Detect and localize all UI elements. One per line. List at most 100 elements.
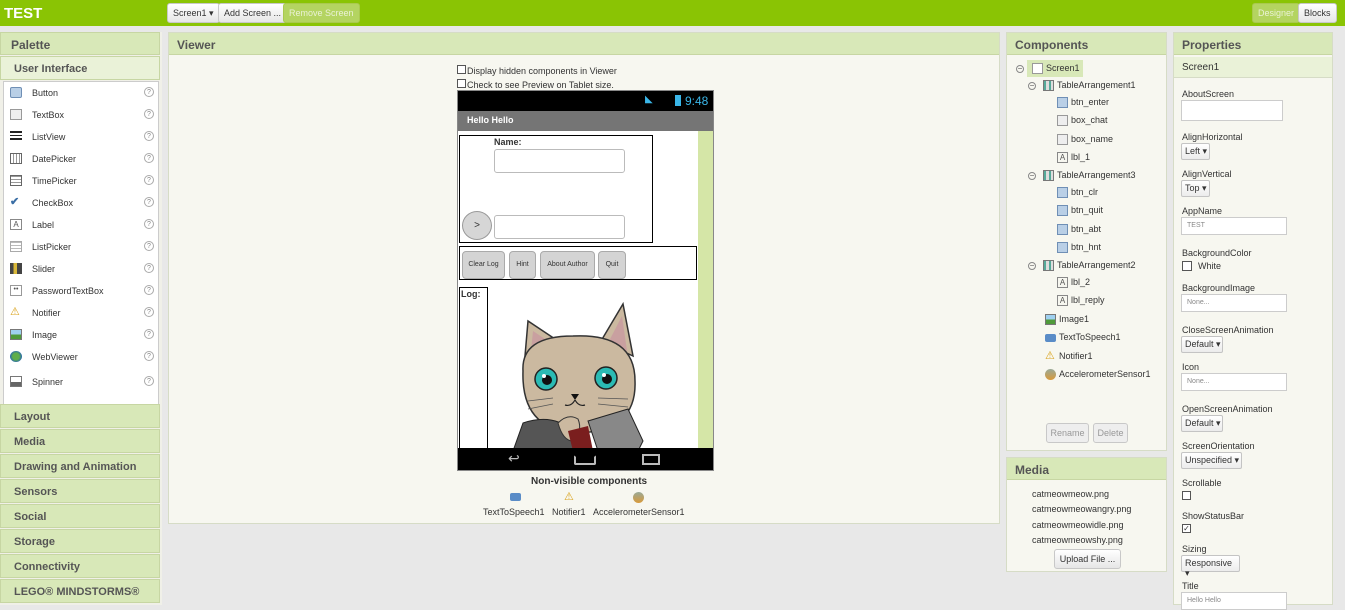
name-textbox[interactable] <box>494 149 625 173</box>
palette-category-connectivity[interactable]: Connectivity <box>0 554 160 578</box>
media-file[interactable]: catmeowmeowangry.png <box>1032 504 1131 514</box>
add-screen-button[interactable]: Add Screen ... <box>218 3 288 23</box>
palette-item-button[interactable]: Button? <box>4 82 158 104</box>
help-icon[interactable]: ? <box>144 285 154 295</box>
prop-appname-input[interactable]: TEST <box>1181 217 1287 235</box>
palette-item-listview[interactable]: ListView? <box>4 126 158 148</box>
palette-item-image[interactable]: Image? <box>4 324 158 346</box>
tree-item-tablearrangement2[interactable]: TableArrangement2 <box>1043 260 1136 272</box>
prop-icon-input[interactable]: None... <box>1181 373 1287 391</box>
palette-category-sensors[interactable]: Sensors <box>0 479 160 503</box>
tree-item-lbl-1[interactable]: Albl_1 <box>1057 152 1090 164</box>
collapse-toggle[interactable]: − <box>1028 82 1036 90</box>
help-icon[interactable]: ? <box>144 241 154 251</box>
prop-alignvertical-dropdown[interactable]: Top ▾ <box>1181 180 1210 197</box>
designer-button[interactable]: Designer <box>1252 3 1301 23</box>
prop-title-input[interactable]: Hello Hello <box>1181 592 1287 610</box>
collapse-toggle[interactable]: − <box>1028 172 1036 180</box>
nonvisible-accelerometer[interactable]: AccelerometerSensor1 <box>593 507 685 517</box>
media-file[interactable]: catmeowmeow.png <box>1032 489 1109 499</box>
screen-select-button[interactable]: Screen1 ▾ <box>167 3 220 23</box>
palette-item-spinner[interactable]: Spinner? <box>4 371 158 393</box>
tree-item-btn-enter[interactable]: btn_enter <box>1057 97 1109 109</box>
tree-item-btn-clr[interactable]: btn_clr <box>1057 187 1098 199</box>
help-icon[interactable]: ? <box>144 175 154 185</box>
palette-item-notifier[interactable]: ⚠ Notifier? <box>4 302 158 324</box>
help-icon[interactable]: ? <box>144 109 154 119</box>
palette-category-layout[interactable]: Layout <box>0 404 160 428</box>
prop-showstatusbar-checkbox[interactable]: ✓ <box>1182 524 1191 533</box>
palette-item-datepicker[interactable]: DatePicker? <box>4 148 158 170</box>
nonvisible-tts[interactable]: TextToSpeech1 <box>483 507 545 517</box>
chat-textbox[interactable] <box>494 215 625 239</box>
tree-item-tablearrangement1[interactable]: TableArrangement1 <box>1043 80 1136 92</box>
tree-item-notifier1[interactable]: ⚠ Notifier1 <box>1045 351 1093 362</box>
tree-item-lbl-2[interactable]: Albl_2 <box>1057 277 1090 289</box>
upload-file-button[interactable]: Upload File ... <box>1054 549 1121 569</box>
help-icon[interactable]: ? <box>144 131 154 141</box>
clear-log-button[interactable]: Clear Log <box>462 251 505 279</box>
palette-category-storage[interactable]: Storage <box>0 529 160 553</box>
palette-item-slider[interactable]: Slider? <box>4 258 158 280</box>
tree-item-accelerometersensor1[interactable]: AccelerometerSensor1 <box>1045 369 1151 381</box>
palette-category-user-interface[interactable]: User Interface <box>0 56 160 80</box>
tree-item-box-chat[interactable]: box_chat <box>1057 115 1108 127</box>
tree-item-texttospeech1[interactable]: TextToSpeech1 <box>1045 332 1121 342</box>
color-swatch[interactable] <box>1182 261 1192 271</box>
enter-button[interactable]: > <box>462 211 492 240</box>
prop-scrollable-checkbox[interactable] <box>1182 491 1191 500</box>
help-icon[interactable]: ? <box>144 263 154 273</box>
nonvisible-notifier[interactable]: Notifier1 <box>552 507 586 517</box>
palette-item-textbox[interactable]: TextBox? <box>4 104 158 126</box>
blocks-button[interactable]: Blocks <box>1298 3 1337 23</box>
palette-category-social[interactable]: Social <box>0 504 160 528</box>
palette-item-listpicker[interactable]: ListPicker? <box>4 236 158 258</box>
palette-item-checkbox[interactable]: ✔ CheckBox? <box>4 192 158 214</box>
quit-button[interactable]: Quit <box>598 251 626 279</box>
palette-category-media[interactable]: Media <box>0 429 160 453</box>
tree-item-btn-quit[interactable]: btn_quit <box>1057 205 1103 217</box>
delete-button[interactable]: Delete <box>1093 423 1128 443</box>
tree-item-btn-abt[interactable]: btn_abt <box>1057 224 1101 236</box>
help-icon[interactable]: ? <box>144 153 154 163</box>
tree-item-screen1[interactable]: Screen1 <box>1032 63 1080 75</box>
collapse-toggle[interactable]: − <box>1028 262 1036 270</box>
tree-item-tablearrangement3[interactable]: TableArrangement3 <box>1043 170 1136 182</box>
tablet-preview-checkbox[interactable] <box>457 79 466 88</box>
tree-item-btn-hnt[interactable]: btn_hnt <box>1057 242 1101 254</box>
remove-screen-button[interactable]: Remove Screen <box>283 3 360 23</box>
palette-item-label[interactable]: A Label? <box>4 214 158 236</box>
help-icon[interactable]: ? <box>144 87 154 97</box>
help-icon[interactable]: ? <box>144 351 154 361</box>
help-icon[interactable]: ? <box>144 329 154 339</box>
palette-category-lego[interactable]: LEGO® MINDSTORMS® <box>0 579 160 603</box>
prop-closescreenanimation-dropdown[interactable]: Default ▾ <box>1181 336 1223 353</box>
prop-openscreenanimation-dropdown[interactable]: Default ▾ <box>1181 415 1223 432</box>
help-icon[interactable]: ? <box>144 376 154 386</box>
prop-backgroundcolor-value[interactable]: White <box>1198 261 1221 271</box>
palette-item-webviewer[interactable]: WebViewer? <box>4 346 158 368</box>
hint-button[interactable]: Hint <box>509 251 536 279</box>
help-icon[interactable]: ? <box>144 197 154 207</box>
help-icon[interactable]: ? <box>144 219 154 229</box>
palette-category-drawing[interactable]: Drawing and Animation <box>0 454 160 478</box>
prop-screenorientation-dropdown[interactable]: Unspecified ▾ <box>1181 452 1242 469</box>
prop-sizing-dropdown[interactable]: Responsive ▾ <box>1181 555 1240 578</box>
recent-apps-icon[interactable] <box>642 454 660 465</box>
tree-item-lbl-reply[interactable]: Albl_reply <box>1057 295 1105 307</box>
home-icon[interactable] <box>574 455 596 465</box>
palette-item-passwordtextbox[interactable]: •• PasswordTextBox? <box>4 280 158 302</box>
prop-aboutscreen-input[interactable] <box>1181 100 1283 121</box>
prop-backgroundimage-input[interactable]: None... <box>1181 294 1287 312</box>
about-author-button[interactable]: About Author <box>540 251 595 279</box>
media-file[interactable]: catmeowmeowshy.png <box>1032 535 1123 545</box>
collapse-toggle[interactable]: − <box>1016 65 1024 73</box>
rename-button[interactable]: Rename <box>1046 423 1089 443</box>
hidden-components-checkbox[interactable] <box>457 65 466 74</box>
tree-item-image1[interactable]: Image1 <box>1045 314 1089 326</box>
palette-item-timepicker[interactable]: TimePicker? <box>4 170 158 192</box>
help-icon[interactable]: ? <box>144 307 154 317</box>
prop-alignhorizontal-dropdown[interactable]: Left ▾ <box>1181 143 1210 160</box>
tree-item-box-name[interactable]: box_name <box>1057 134 1113 146</box>
back-icon[interactable]: ↩ <box>508 450 520 467</box>
